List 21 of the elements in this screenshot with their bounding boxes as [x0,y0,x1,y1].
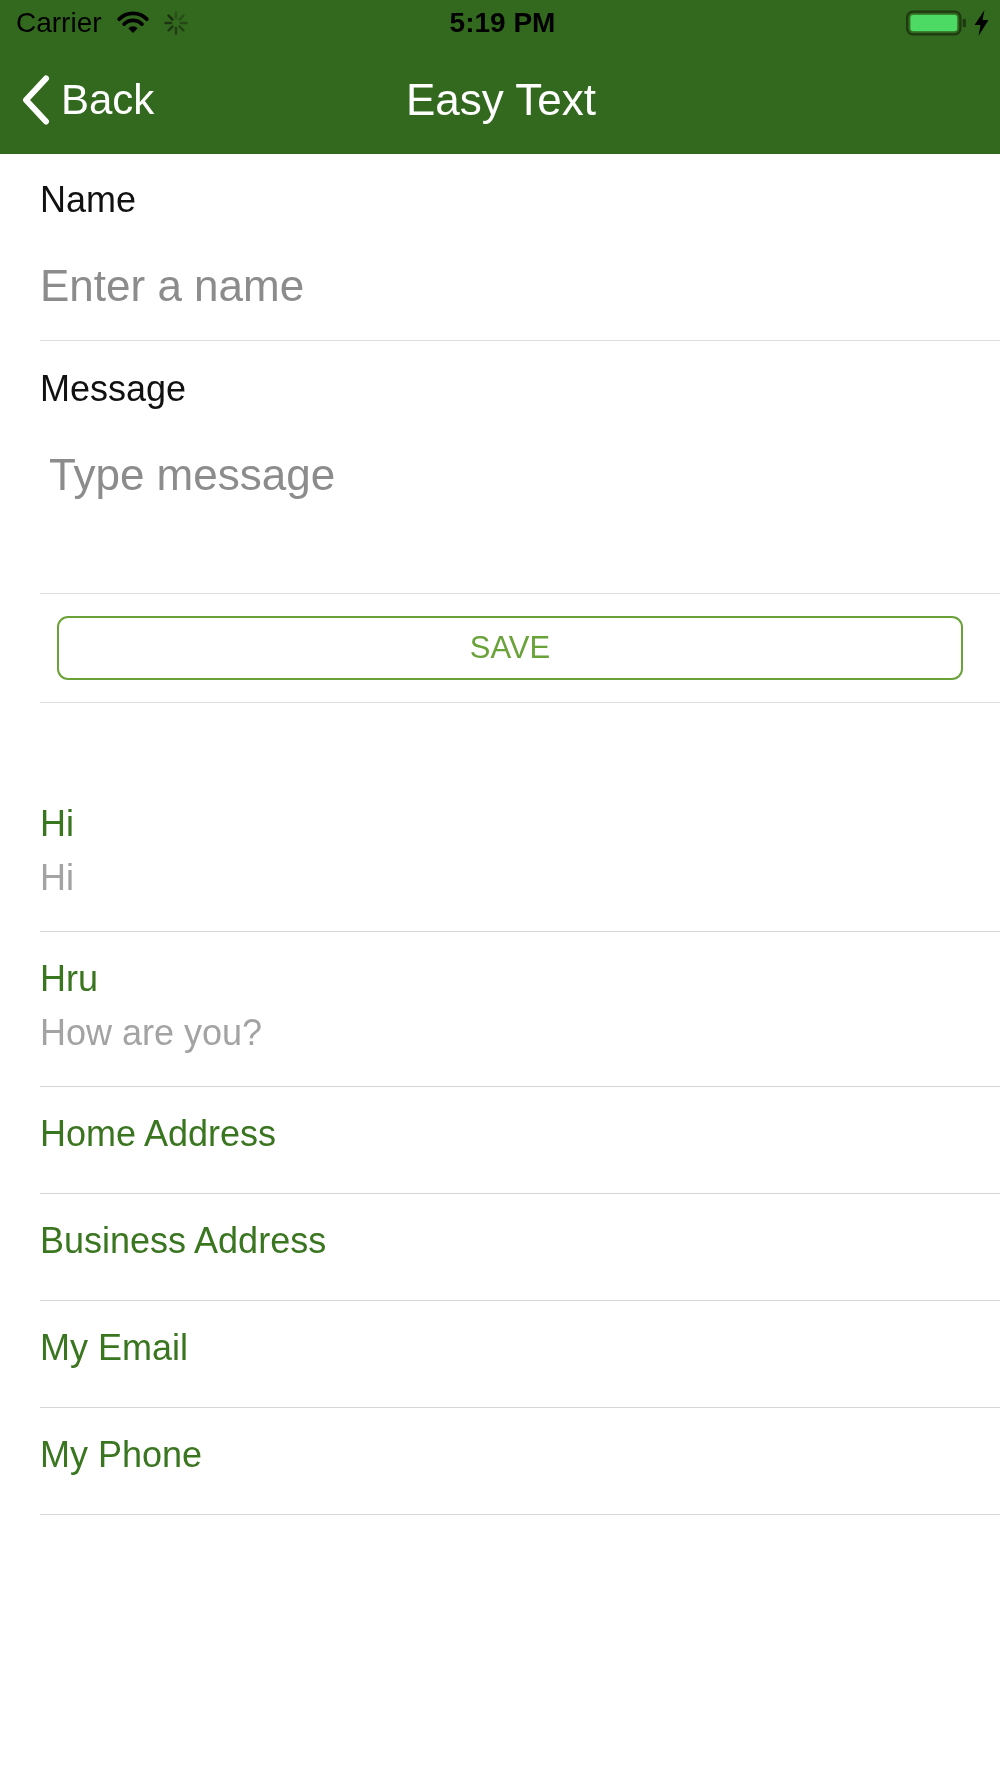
item-title: My Email [40,1326,188,1370]
item-title: Business Address [40,1219,327,1263]
item-title: Home Address [40,1112,277,1156]
charging-bolt-icon [974,9,989,36]
field-label: Message [40,369,187,409]
item-title: Hi [40,802,74,846]
item-subtitle: How are you? [40,1011,263,1055]
battery-icon [906,9,966,36]
wifi-icon [115,11,150,34]
item-title: My Phone [40,1433,203,1477]
carrier-text: Carrier [16,5,102,40]
status-time: 5:19 PM [449,6,556,38]
spinner-icon [163,10,188,35]
item-subtitle: Hi [40,856,74,900]
field-label: Name [40,180,137,220]
item-title: Hru [40,957,98,1001]
message-text-area[interactable]: Type message [40,432,1000,582]
text-input-field[interactable]: Enter a name [40,252,1000,320]
chevron-left-icon [22,74,50,125]
screen-title: Easy Text [406,73,596,126]
back-button[interactable]: Back [22,74,155,125]
